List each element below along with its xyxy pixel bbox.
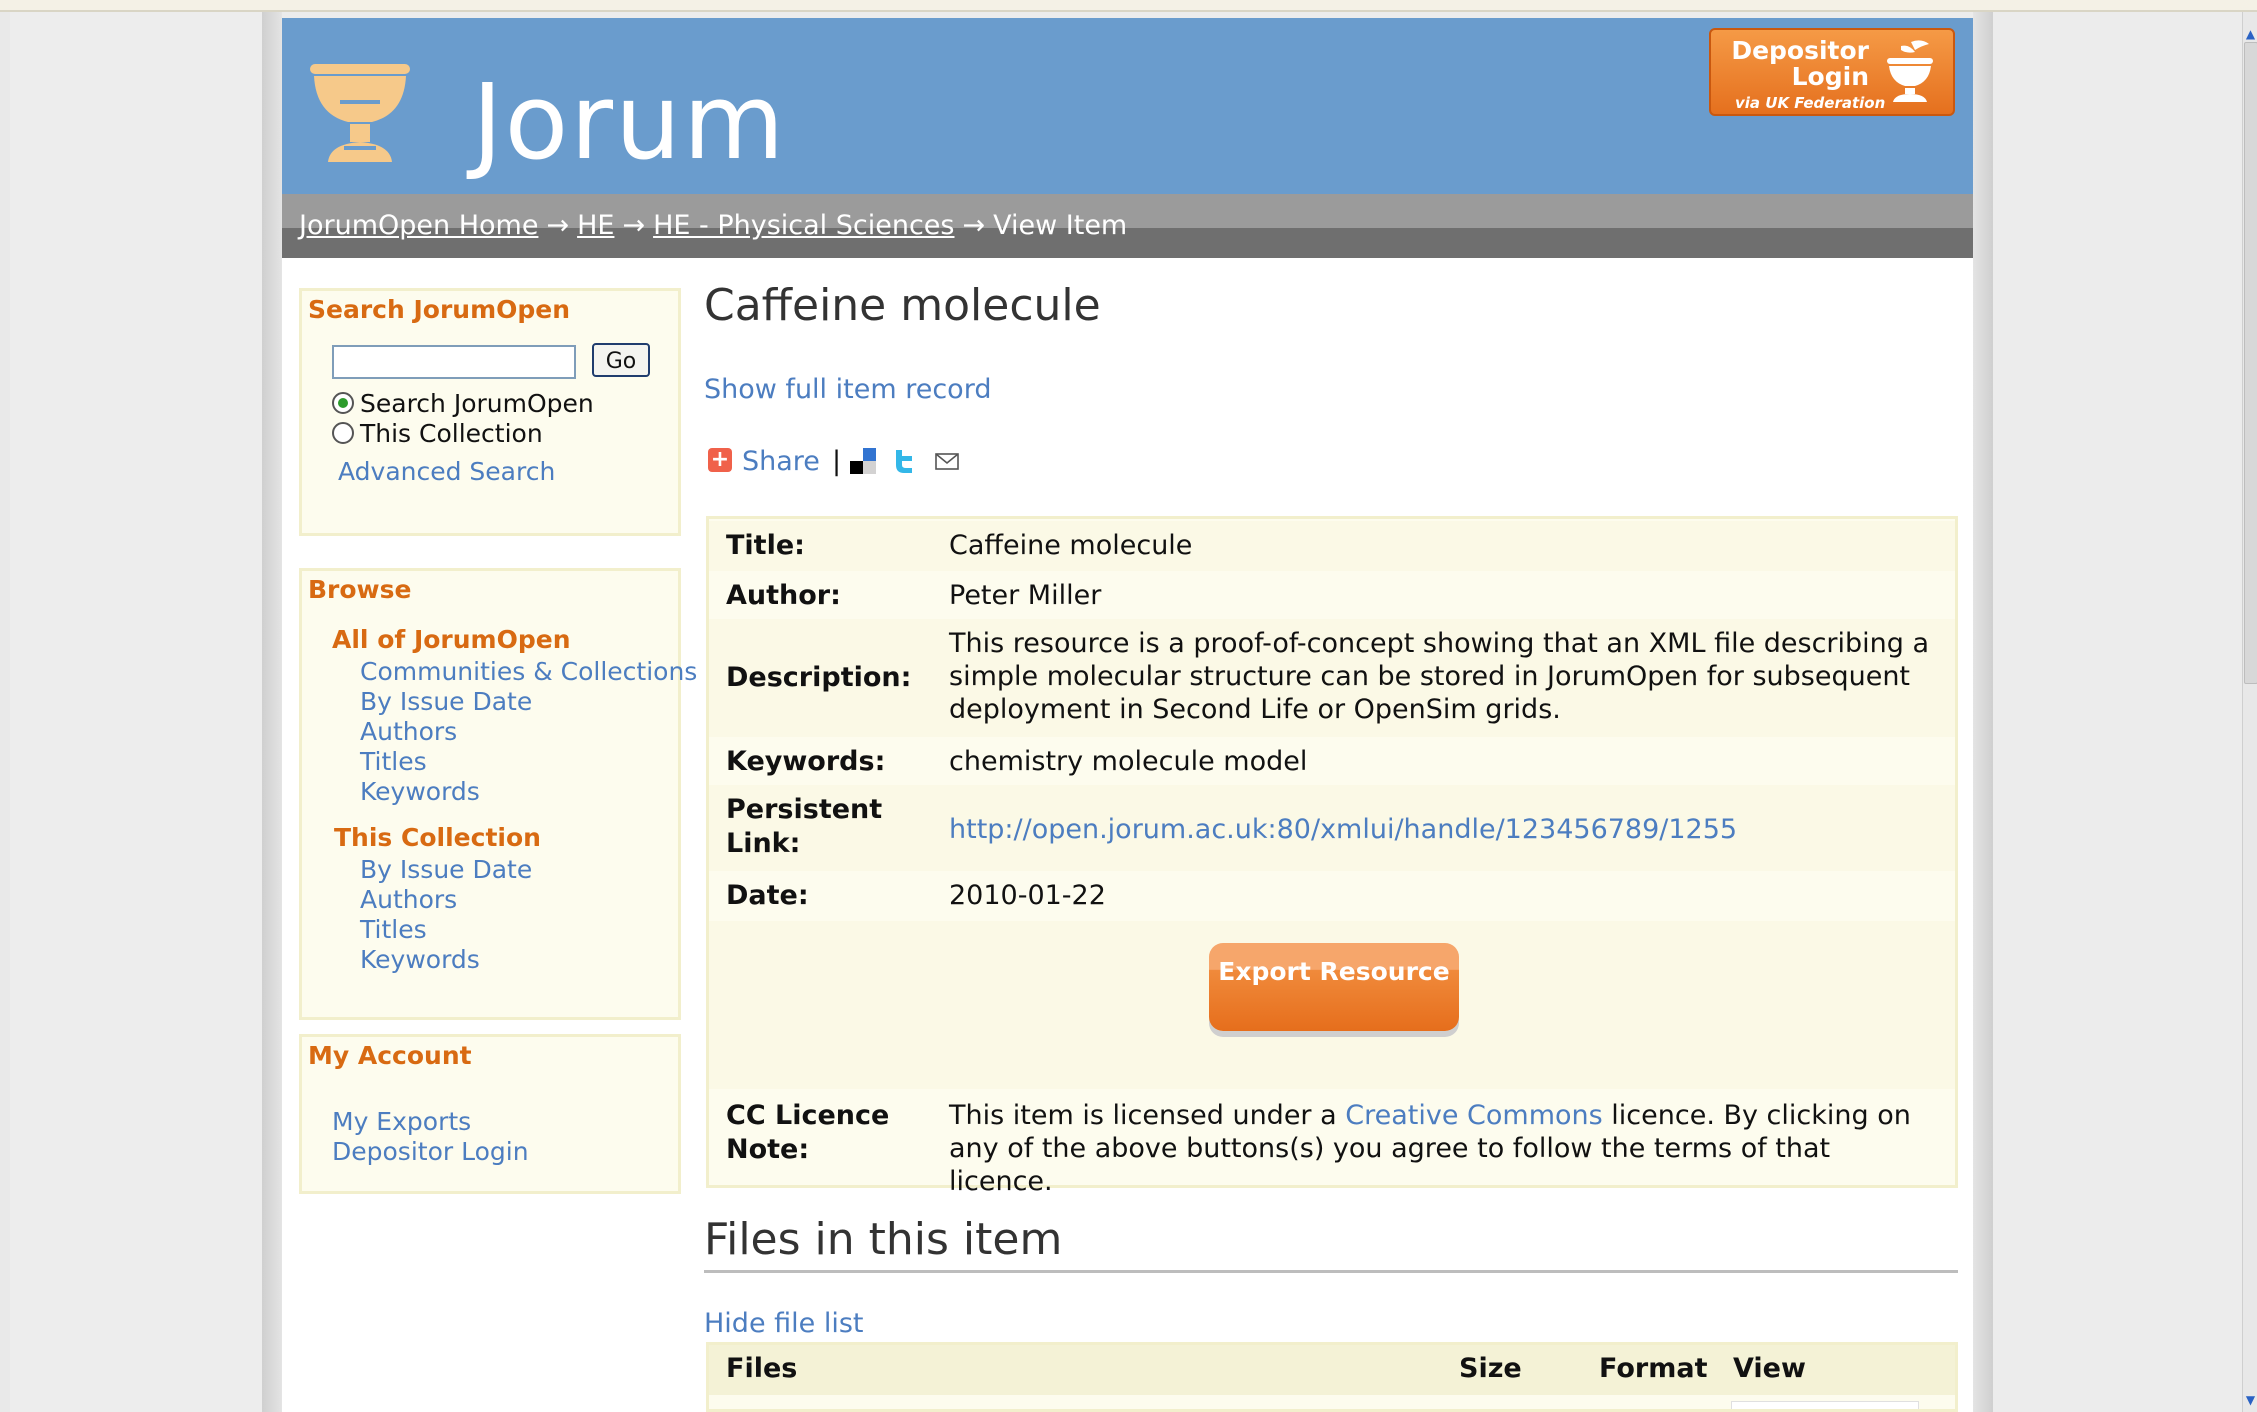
persistent-link-label: Persistent Link:: [726, 794, 883, 859]
show-full-record-link[interactable]: Show full item record: [704, 374, 991, 405]
breadcrumb-current: View Item: [993, 210, 1128, 241]
delicious-icon[interactable]: [850, 448, 876, 474]
site-header: Jorum Depositor Login via UK Federation: [282, 18, 1973, 194]
my-account-heading: My Account: [308, 1041, 472, 1070]
breadcrumb-home-link[interactable]: JorumOpen Home: [299, 210, 538, 241]
hide-file-list-link[interactable]: Hide file list: [704, 1308, 864, 1339]
format-column-header: Format: [1599, 1353, 1708, 1384]
radio-search-all-label: Search JorumOpen: [360, 389, 594, 418]
email-icon[interactable]: [934, 448, 960, 474]
browse-communities-link[interactable]: Communities & Collections: [360, 657, 697, 686]
browse-all-heading[interactable]: All of JorumOpen: [332, 625, 571, 654]
twitter-icon[interactable]: [892, 448, 918, 474]
metadata-row-title: Title: Caffeine molecule: [709, 521, 1955, 571]
scroll-down-icon[interactable]: ▼: [2243, 1392, 2257, 1408]
advanced-search-link[interactable]: Advanced Search: [338, 457, 555, 486]
browse-all-titles-link[interactable]: Titles: [360, 747, 427, 776]
page-shadow-right: [1973, 12, 1993, 1412]
breadcrumb: JorumOpen Home → HE → HE - Physical Sciences…: [299, 210, 1127, 241]
item-metadata-table: Title: Caffeine molecule Author: Peter M…: [706, 516, 1958, 1197]
my-account-box: My Account My Exports Depositor Login: [299, 1034, 681, 1194]
scroll-up-icon[interactable]: ▲: [2243, 26, 2257, 42]
item-title: Caffeine molecule: [704, 280, 1101, 331]
view-column-header: View: [1733, 1353, 1806, 1384]
go-button[interactable]: Go: [592, 343, 650, 377]
page-container: Jorum Depositor Login via UK Federation …: [282, 18, 1973, 1412]
depositor-button-line1: Depositor: [1731, 36, 1869, 65]
licence-label: CC Licence Note:: [726, 1100, 890, 1165]
vertical-scrollbar[interactable]: ▲ ▼: [2242, 12, 2257, 1412]
browse-box: Browse All of JorumOpen Communities & Co…: [299, 568, 697, 1020]
depositor-login-button[interactable]: Depositor Login via UK Federation: [1709, 28, 1955, 116]
my-exports-link[interactable]: My Exports: [332, 1107, 471, 1136]
search-box: Search JorumOpen Go Search JorumOpen Thi…: [299, 288, 681, 536]
page-shadow-left: [262, 12, 282, 1412]
radio-search-all[interactable]: Search JorumOpen: [332, 389, 594, 418]
licence-value: This item is licensed under a Creative C…: [949, 1099, 1939, 1198]
export-resource-button[interactable]: Export Resource: [1209, 943, 1459, 1031]
share-separator: |: [832, 446, 842, 477]
browse-collection-heading[interactable]: This Collection: [334, 823, 541, 852]
metadata-row-persistent-link: Persistent Link: http://open.jorum.ac.uk…: [709, 785, 1955, 871]
browse-all-keywords-link[interactable]: Keywords: [360, 777, 480, 806]
metadata-row-description: Description: This resource is a proof-of…: [709, 619, 1955, 737]
browse-heading: Browse: [308, 575, 412, 604]
description-label: Description:: [726, 662, 912, 693]
depositor-button-line3: via UK Federation: [1735, 94, 1886, 112]
persistent-link[interactable]: http://open.jorum.ac.uk:80/xmlui/handle/…: [949, 814, 1737, 845]
share-link[interactable]: Share: [742, 446, 820, 477]
metadata-row-licence: CC Licence Note: This item is licensed u…: [709, 1089, 1955, 1197]
depositor-login-link[interactable]: Depositor Login: [332, 1137, 529, 1166]
left-gutter: [0, 12, 262, 1412]
keywords-label: Keywords:: [726, 746, 886, 777]
files-heading-rule: [704, 1270, 1958, 1273]
browse-collection-authors-link[interactable]: Authors: [360, 885, 457, 914]
radio-this-collection[interactable]: This Collection: [332, 419, 543, 448]
title-value: Caffeine molecule: [949, 530, 1193, 561]
breadcrumb-he-link[interactable]: HE: [577, 210, 614, 241]
browser-top-edge: [0, 0, 2257, 12]
date-value: 2010-01-22: [949, 880, 1106, 911]
search-heading: Search JorumOpen: [308, 295, 571, 324]
radio-this-collection-label: This Collection: [360, 419, 543, 448]
radio-selected-icon[interactable]: [332, 392, 354, 414]
metadata-row-keywords: Keywords: chemistry molecule model: [709, 737, 1955, 785]
keywords-value: chemistry molecule model: [949, 746, 1308, 777]
date-label: Date:: [726, 880, 809, 911]
breadcrumb-separator: →: [962, 210, 986, 241]
files-table-header: Files Size Format View: [709, 1345, 1955, 1395]
title-label: Title:: [726, 530, 805, 561]
scrollbar-thumb[interactable]: [2244, 42, 2257, 684]
files-table: Files Size Format View: [706, 1342, 1958, 1412]
breadcrumb-bar: JorumOpen Home → HE → HE - Physical Sciences…: [282, 194, 1973, 258]
description-value: This resource is a proof-of-concept show…: [949, 628, 1930, 725]
persistent-link-cell: http://open.jorum.ac.uk:80/xmlui/handle/…: [949, 813, 1939, 846]
metadata-row-author: Author: Peter Miller: [709, 571, 1955, 619]
browse-all-issue-date-link[interactable]: By Issue Date: [360, 687, 532, 716]
depositor-button-line2: Login: [1791, 62, 1869, 91]
search-input[interactable]: [332, 345, 576, 379]
browse-collection-titles-link[interactable]: Titles: [360, 915, 427, 944]
size-column-header: Size: [1459, 1353, 1522, 1384]
breadcrumb-separator: →: [546, 210, 570, 241]
jorum-urn-logo-icon[interactable]: [308, 62, 412, 166]
browse-collection-keywords-link[interactable]: Keywords: [360, 945, 480, 974]
radio-unselected-icon[interactable]: [332, 422, 354, 444]
author-label: Author:: [726, 580, 841, 611]
file-thumbnail[interactable]: [1731, 1401, 1919, 1409]
author-value: Peter Miller: [949, 580, 1102, 611]
files-heading: Files in this item: [704, 1214, 1063, 1265]
site-title[interactable]: Jorum: [472, 70, 786, 174]
metadata-row-date: Date: 2010-01-22: [709, 871, 1955, 921]
urn-crest-icon: [1887, 40, 1933, 102]
licence-prefix: This item is licensed under a: [949, 1100, 1346, 1131]
share-plus-icon[interactable]: +: [708, 448, 732, 472]
browse-collection-issue-date-link[interactable]: By Issue Date: [360, 855, 532, 884]
breadcrumb-physical-sciences-link[interactable]: HE - Physical Sciences: [653, 210, 954, 241]
browse-all-authors-link[interactable]: Authors: [360, 717, 457, 746]
creative-commons-link[interactable]: Creative Commons: [1345, 1100, 1602, 1131]
breadcrumb-separator: →: [622, 210, 646, 241]
files-column-header: Files: [726, 1353, 798, 1384]
